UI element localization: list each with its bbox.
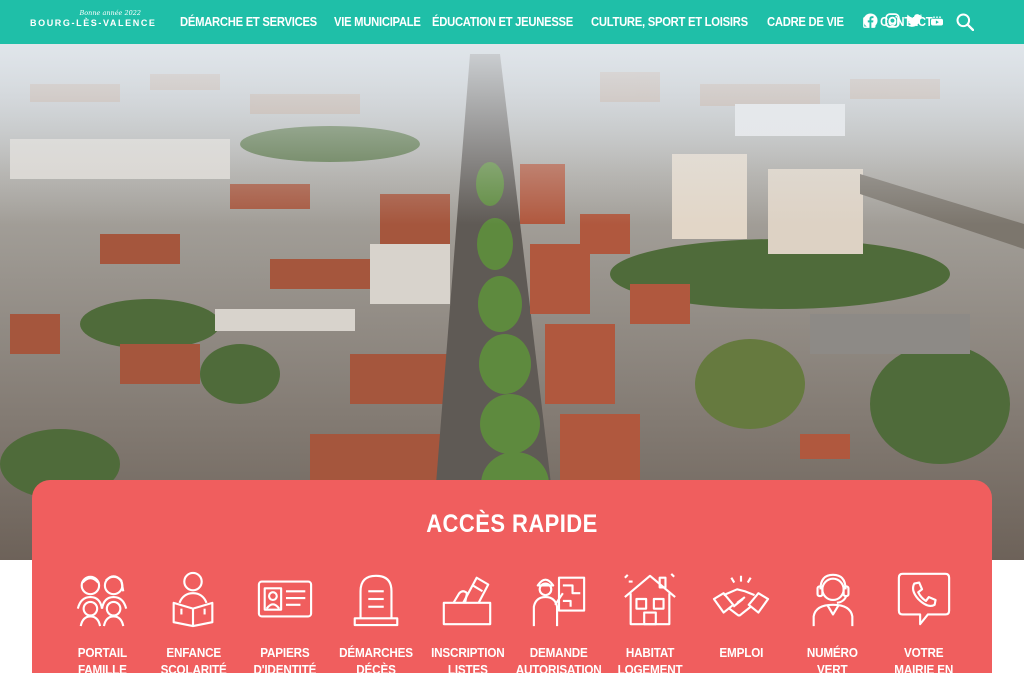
logo-tagline: Bonne année 2022 [79,9,141,17]
tile-label: Emploi [719,645,764,660]
tile-label: Démarches décès [339,645,413,673]
quick-access-enfance-scolarite[interactable]: Enfance scolarité [149,568,237,673]
quick-access-papiers-identite[interactable]: Papiers d'identité [241,568,329,673]
quick-access-emploi[interactable]: Emploi [697,568,785,673]
quick-access-inscription-listes[interactable]: Inscription listes [423,568,511,673]
handshake-icon [711,568,771,630]
quick-access-title: ACCÈS RAPIDE [426,510,598,538]
family-icon [72,568,132,630]
quick-access-habitat-logement[interactable]: Habitat logement [606,568,694,673]
nav-item-vie-municipale[interactable]: Vie municipale [334,15,421,29]
quick-access-tiles: Portail famille Enfance scolarité [58,568,968,673]
nav-item-education[interactable]: Éducation et jeunesse [432,15,573,29]
child-reading-icon [163,568,223,630]
ballot-box-icon [437,568,497,630]
twitter-icon[interactable] [907,13,922,28]
quick-access-demande-autorisation[interactable]: Demande autorisation [515,568,603,673]
tile-label: Numéro vert [807,645,859,673]
quick-access-mairie-en-ligne[interactable]: Votre mairie en [880,568,968,673]
tile-label: Habitat logement [617,645,683,673]
phone-bubble-icon [894,568,954,630]
social-links [863,13,944,28]
tile-label: Portail famille [77,645,127,673]
quick-access-panel: ACCÈS RAPIDE Portail famille [32,480,992,673]
tile-label: Enfance scolarité [160,645,227,673]
logo-name: BOURG-LÈS-VALENCE [30,18,157,28]
facebook-icon[interactable] [863,13,878,28]
tombstone-icon [346,568,406,630]
main-menu: Démarche et services Vie municipale Éduc… [180,0,932,44]
tile-label: Inscription listes [430,645,505,673]
search-icon[interactable] [956,13,974,31]
quick-access-demarches-deces[interactable]: Démarches décès [332,568,420,673]
site-logo[interactable]: Bonne année 2022 BOURG-LÈS-VALENCE [30,9,155,35]
instagram-icon[interactable] [885,13,900,28]
nav-item-culture[interactable]: Culture, sport et loisirs [591,15,748,29]
top-navigation-bar: Bonne année 2022 BOURG-LÈS-VALENCE Démar… [0,0,1024,44]
tile-label: Demande autorisation [515,645,602,673]
quick-access-numero-vert[interactable]: Numéro vert [789,568,877,673]
tile-label: Votre mairie en [894,645,954,673]
page: Bonne année 2022 BOURG-LÈS-VALENCE Démar… [0,0,1024,673]
tile-label: Papiers d'identité [253,645,317,673]
nav-item-demarches[interactable]: Démarche et services [180,15,317,29]
house-icon [620,568,680,630]
id-card-icon [255,568,315,630]
operator-icon [803,568,863,630]
quick-access-portail-famille[interactable]: Portail famille [58,568,146,673]
nav-item-cadre-de-vie[interactable]: Cadre de vie [767,15,844,29]
worker-plan-icon [529,568,589,630]
youtube-icon[interactable] [929,13,944,28]
